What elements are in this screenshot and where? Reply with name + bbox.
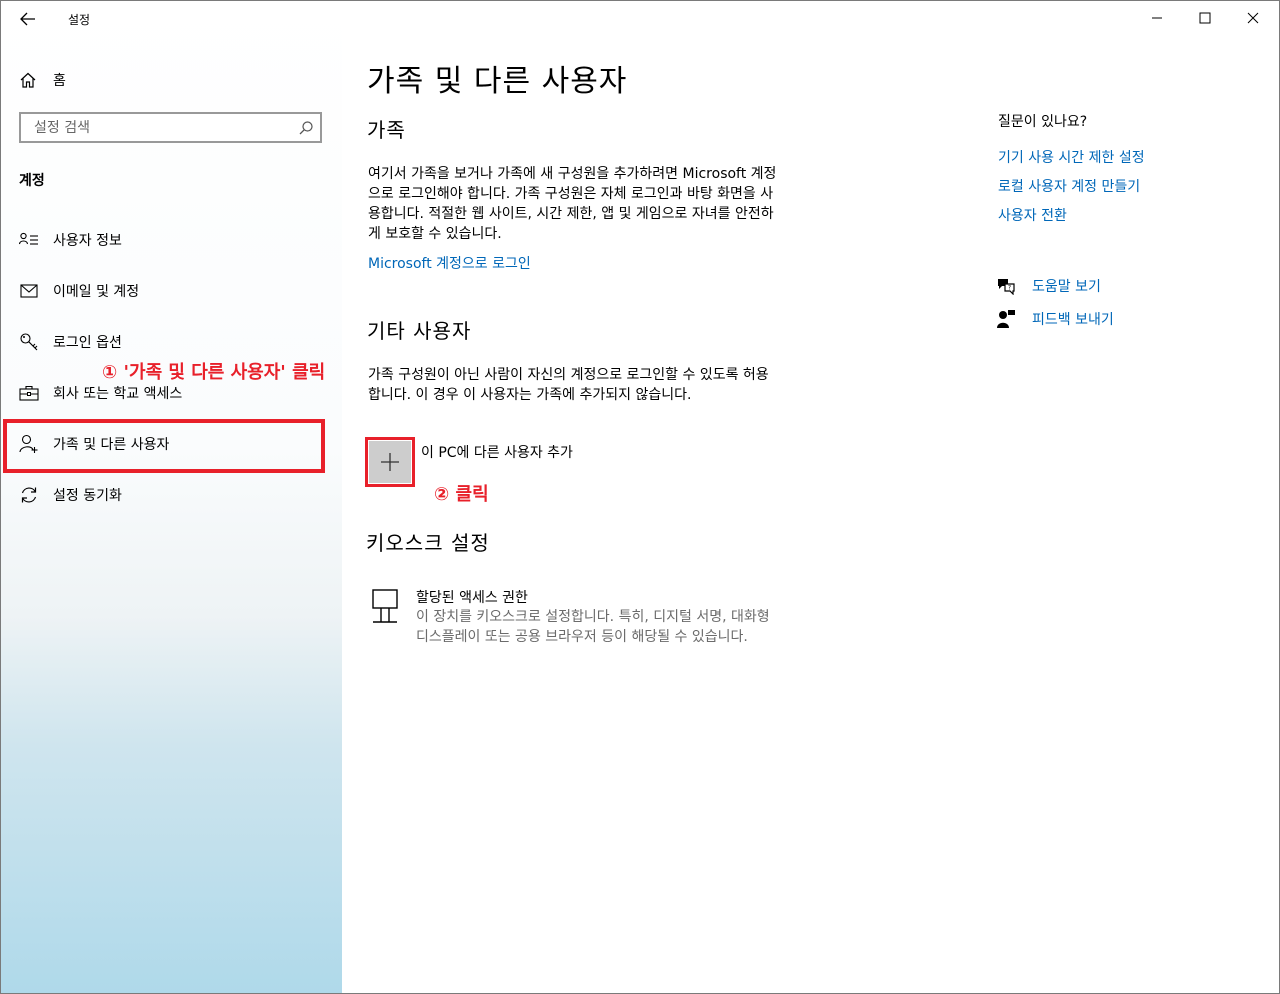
minimize-button[interactable] — [1134, 4, 1180, 32]
sidebar-item-work-access[interactable]: 회사 또는 학교 액세스 — [19, 381, 182, 405]
feedback-icon — [997, 310, 1015, 328]
sidebar-item-label: 로그인 옵션 — [53, 335, 122, 351]
family-description: 여기서 가족을 보거나 가족에 새 구성원을 추가하려면 Microsoft 계… — [368, 164, 838, 244]
get-help-link[interactable]: 도움말 보기 — [1032, 276, 1101, 296]
sidebar-item-label: 설정 동기화 — [53, 488, 122, 504]
home-nav-item[interactable]: 홈 — [19, 69, 66, 91]
other-users-description: 가족 구성원이 아닌 사람이 자신의 계정으로 로그인할 수 있도록 허용 합니… — [368, 365, 838, 405]
sync-icon — [19, 485, 39, 505]
questions-heading: 질문이 있나요? — [998, 114, 1088, 130]
home-label: 홈 — [53, 73, 66, 89]
search-icon[interactable] — [298, 120, 314, 140]
annotation-step1: ① '가족 및 다른 사용자' 클릭 — [102, 362, 326, 383]
app-title: 설정 — [68, 13, 91, 27]
maximize-icon — [1199, 12, 1211, 24]
feedback-item[interactable]: 피드백 보내기 — [996, 309, 1114, 329]
user-info-icon — [19, 230, 39, 250]
family-description-line: 용합니다. 적절한 웹 사이트, 시간 제한, 앱 및 게임으로 자녀를 안전하 — [368, 206, 774, 222]
assigned-access-link[interactable]: 할당된 액세스 권한 — [416, 587, 528, 607]
screen-time-link[interactable]: 기기 사용 시간 제한 설정 — [998, 147, 1145, 167]
other-users-description-line: 가족 구성원이 아닌 사람이 자신의 계정으로 로그인할 수 있도록 허용 — [368, 367, 769, 383]
back-button[interactable] — [15, 7, 41, 31]
key-icon — [19, 332, 39, 352]
page-title: 가족 및 다른 사용자 — [367, 64, 628, 99]
mail-icon — [19, 281, 39, 301]
sidebar-item-label: 사용자 정보 — [53, 233, 122, 249]
sidebar-item-label: 이메일 및 계정 — [53, 284, 140, 300]
minimize-icon — [1152, 17, 1162, 19]
help-chat-icon: ? — [998, 279, 1015, 295]
annotation-highlight-add — [365, 437, 415, 487]
microsoft-signin-link[interactable]: Microsoft 계정으로 로그인 — [368, 253, 531, 273]
close-icon — [1247, 12, 1259, 24]
add-user-label[interactable]: 이 PC에 다른 사용자 추가 — [421, 442, 573, 462]
family-heading: 가족 — [367, 118, 406, 142]
other-users-description-line: 합니다. 이 경우 이 사용자는 가족에 추가되지 않습니다. — [368, 387, 692, 403]
feedback-link[interactable]: 피드백 보내기 — [1032, 309, 1114, 329]
kiosk-description-line: 이 장치를 키오스크로 설정합니다. 특히, 디지털 서명, 대화형 — [416, 609, 770, 625]
kiosk-icon — [370, 589, 400, 629]
get-help-item[interactable]: ? 도움말 보기 — [996, 276, 1101, 296]
section-title: 계정 — [19, 173, 45, 189]
svg-text:?: ? — [1008, 285, 1011, 292]
search-input[interactable] — [32, 119, 296, 137]
annotation-step2: ② 클릭 — [434, 484, 489, 505]
home-icon — [20, 72, 36, 88]
sidebar-item-email[interactable]: 이메일 및 계정 — [19, 279, 139, 303]
local-account-link[interactable]: 로컬 사용자 계정 만들기 — [998, 176, 1140, 196]
kiosk-heading: 키오스크 설정 — [366, 531, 490, 555]
sidebar-item-sync[interactable]: 설정 동기화 — [19, 483, 122, 507]
family-description-line: 게 보호할 수 있습니다. — [368, 226, 502, 242]
close-button[interactable] — [1230, 4, 1276, 32]
switch-user-link[interactable]: 사용자 전환 — [998, 205, 1067, 225]
search-box[interactable] — [19, 112, 322, 143]
family-description-line: 여기서 가족을 보거나 가족에 새 구성원을 추가하려면 Microsoft 계… — [368, 166, 777, 182]
kiosk-description-line: 디스플레이 또는 공용 브라우저 등이 해당될 수 있습니다. — [416, 629, 748, 645]
maximize-button[interactable] — [1182, 4, 1228, 32]
sidebar-item-user-info[interactable]: 사용자 정보 — [19, 228, 122, 252]
family-description-line: 으로 로그인해야 합니다. 가족 구성원은 자체 로그인과 바탕 화면을 사 — [368, 186, 774, 202]
back-arrow-icon — [20, 12, 35, 26]
sidebar-item-signin-options[interactable]: 로그인 옵션 — [19, 330, 122, 354]
annotation-highlight-family — [3, 419, 325, 473]
sidebar-item-label: 회사 또는 학교 액세스 — [53, 386, 183, 402]
sidebar: 설정 홈 계정 사용자 정보 이메일 및 계정 로그인 옵션 회사 또는 학교 … — [1, 1, 342, 993]
kiosk-description: 이 장치를 키오스크로 설정합니다. 특히, 디지털 서명, 대화형 디스플레이… — [416, 607, 836, 647]
other-users-heading: 기타 사용자 — [367, 319, 472, 343]
briefcase-icon — [19, 383, 39, 403]
